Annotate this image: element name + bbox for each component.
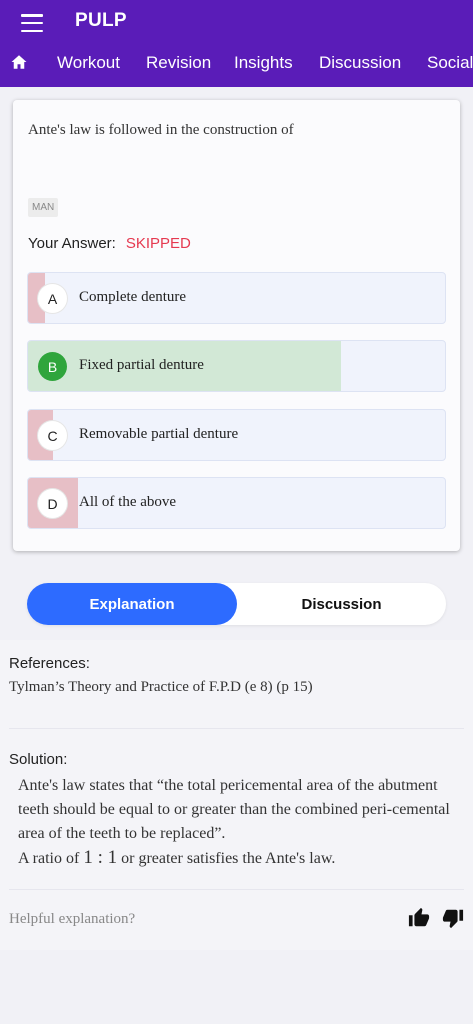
app-title: PULP: [75, 10, 127, 31]
option-a-letter: A: [38, 284, 67, 313]
ratio-prefix: A ratio of: [18, 850, 80, 867]
nav-item-social[interactable]: Social: [427, 53, 473, 73]
helpful-prompt: Helpful explanation?: [9, 911, 136, 927]
references-heading: References:: [9, 655, 90, 672]
option-c-letter: C: [38, 421, 67, 450]
answer-status: SKIPPED: [125, 235, 191, 252]
nav-item-insights[interactable]: Insights: [234, 53, 293, 73]
question-text: Ante's law is followed in the constructi…: [28, 122, 294, 138]
ratio-suffix: or greater satisfies the Ante's law.: [121, 850, 336, 867]
nav-item-workout[interactable]: Workout: [57, 53, 120, 73]
divider: [9, 728, 464, 729]
explanation-panel: References: Tylman’s Theory and Practice…: [0, 640, 473, 950]
solution-text: Ante's law states that “the total perice…: [18, 774, 470, 871]
option-c-text: Removable partial denture: [79, 426, 239, 442]
option-c[interactable]: C Removable partial denture: [27, 409, 446, 461]
your-answer-label: Your Answer:: [28, 235, 116, 252]
option-b-text: Fixed partial denture: [79, 357, 204, 373]
app-bar: PULP Workout Revision Insights Discussio…: [0, 0, 473, 87]
option-b-letter: B: [38, 352, 67, 381]
tab-explanation[interactable]: Explanation: [27, 583, 237, 625]
option-d-letter: D: [38, 489, 67, 518]
subject-tag: MAN: [28, 198, 59, 217]
ratio-value: 1 : 1: [83, 847, 118, 868]
nav-item-revision[interactable]: Revision: [146, 53, 211, 73]
nav-tabs: Workout Revision Insights Discussion Soc…: [0, 44, 473, 86]
thumbs-down-icon[interactable]: [442, 907, 464, 929]
option-a-text: Complete denture: [79, 289, 187, 305]
tab-discussion[interactable]: Discussion: [237, 583, 446, 625]
solution-paragraph: Ante's law states that “the total perice…: [18, 777, 450, 842]
option-b[interactable]: B Fixed partial denture: [27, 340, 446, 392]
question-card: Ante's law is followed in the constructi…: [13, 100, 460, 551]
option-d[interactable]: D All of the above: [27, 477, 446, 529]
your-answer: Your Answer: SKIPPED: [28, 235, 191, 252]
explanation-discussion-tabs: Explanation Discussion: [27, 583, 446, 625]
menu-icon[interactable]: [21, 14, 43, 32]
solution-heading: Solution:: [9, 751, 68, 768]
option-a[interactable]: A Complete denture: [27, 272, 446, 324]
nav-item-discussion[interactable]: Discussion: [319, 53, 401, 73]
reference-text: Tylman’s Theory and Practice of F.P.D (e…: [9, 679, 313, 695]
home-icon[interactable]: [10, 53, 28, 71]
solution-ratio-line: A ratio of 1 : 1 or greater satisfies th…: [18, 846, 470, 871]
thumbs-up-icon[interactable]: [408, 907, 430, 929]
divider: [9, 889, 464, 890]
option-d-text: All of the above: [79, 494, 177, 510]
